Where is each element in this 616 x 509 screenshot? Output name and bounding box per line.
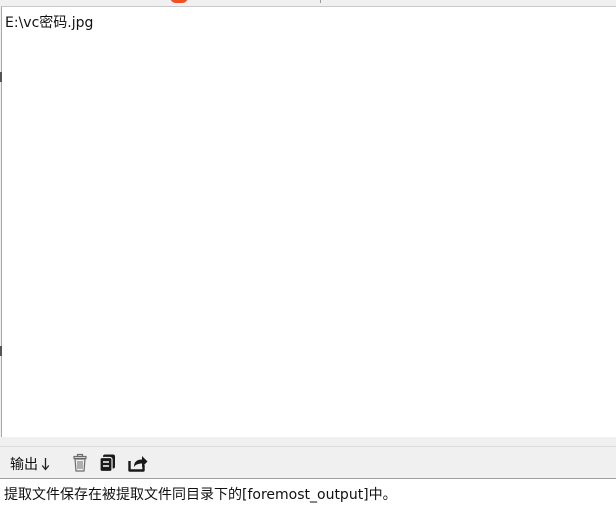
left-edge-tick [0,72,2,82]
status-message: 提取文件保存在被提取文件同目录下的[foremost_output]中。 [4,487,397,503]
app-accent-tab [170,0,188,3]
top-strip [0,0,616,5]
file-list-panel[interactable]: E:\vc密码.jpg [1,6,616,437]
share-icon[interactable] [127,453,148,473]
output-dropdown[interactable]: 输出 [10,454,50,474]
copy-icon[interactable] [98,453,118,473]
trash-icon[interactable] [70,453,90,473]
status-bar: 提取文件保存在被提取文件同目录下的[foremost_output]中。 [0,478,616,509]
file-list-item[interactable]: E:\vc密码.jpg [5,12,93,32]
left-edge-tick [0,346,2,356]
top-divider-tick [320,0,321,3]
arrow-down-icon [41,457,50,471]
output-label: 输出 [10,457,38,473]
output-toolbar: 输出 [0,446,616,478]
